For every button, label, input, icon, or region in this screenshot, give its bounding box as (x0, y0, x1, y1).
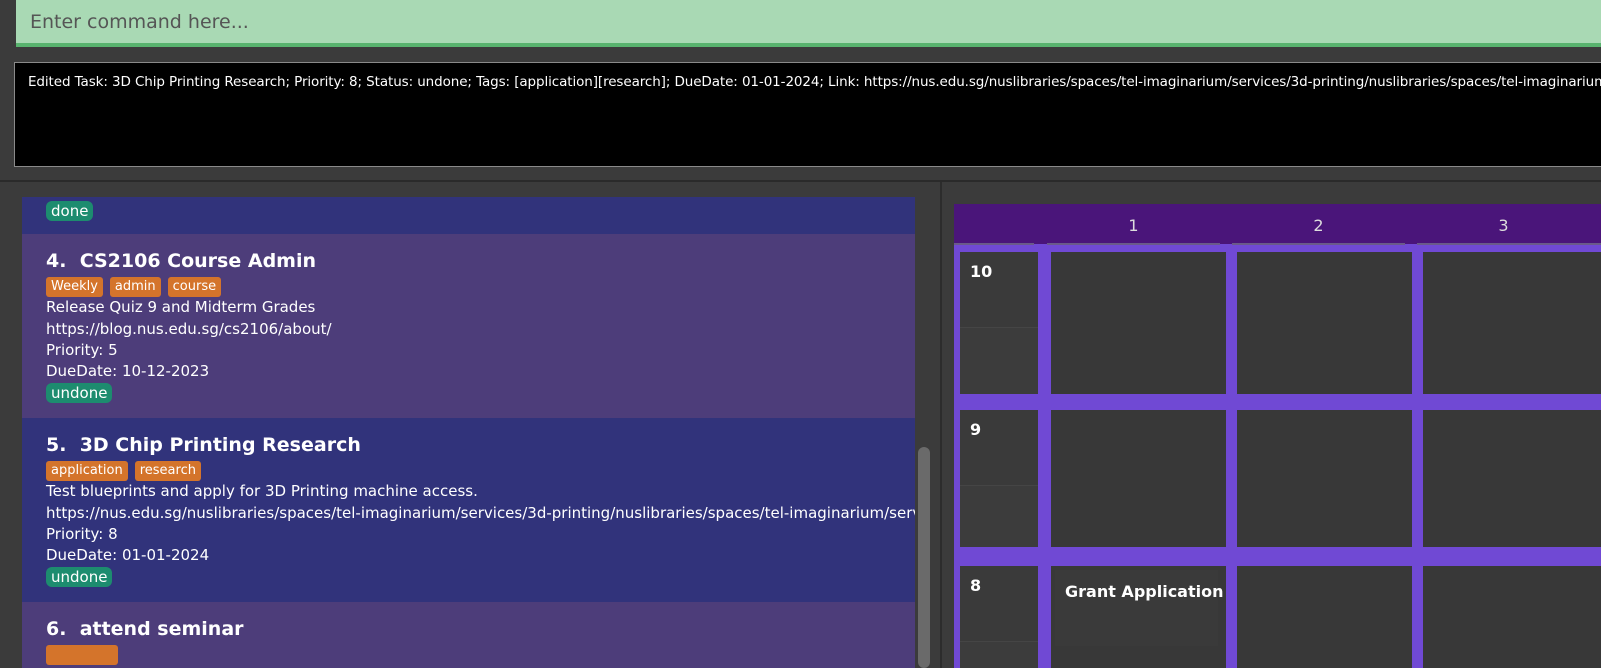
task-card[interactable]: 4. CS2106 Course Admin Weekly admin cour… (22, 234, 915, 418)
task-link: https://blog.nus.edu.sg/cs2106/about/ (46, 320, 332, 338)
calendar-grid[interactable]: 1 2 3 10 9 8 Grant Application (954, 204, 1601, 668)
result-area: Edited Task: 3D Chip Printing Research; … (0, 52, 1601, 216)
header-divider (954, 243, 1034, 245)
event-label: Grant Application (1065, 582, 1224, 601)
calendar-cell[interactable] (1423, 252, 1601, 394)
task-index: 5. (46, 434, 67, 456)
tag-list (46, 645, 118, 665)
command-input[interactable] (16, 0, 1601, 47)
hour-cell: 10 (960, 252, 1038, 394)
calendar-header: 1 2 3 (954, 204, 1601, 245)
status-badge: undone (46, 567, 113, 587)
calendar-cell[interactable]: Grant Application (1051, 566, 1226, 668)
tag: Weekly (46, 277, 103, 297)
task-priority: Priority: 8 (46, 525, 118, 543)
task-index: 6. (46, 618, 67, 640)
task-name: 3D Chip Printing Research (79, 434, 361, 456)
tag-list: Weekly admin course (46, 277, 222, 297)
hour-label: 10 (970, 262, 993, 281)
task-title: 5. 3D Chip Printing Research (46, 434, 361, 456)
day-header: 1 (1128, 216, 1139, 235)
task-title: 6. attend seminar (46, 618, 244, 640)
day-header: 3 (1498, 216, 1509, 235)
task-description: Test blueprints and apply for 3D Printin… (46, 482, 478, 500)
hour-label: 9 (970, 420, 982, 439)
calendar-cell[interactable] (1423, 410, 1601, 547)
calendar-panel: 1 2 3 10 9 8 Grant Application (942, 182, 1601, 668)
result-text: Edited Task: 3D Chip Printing Research; … (28, 74, 1601, 90)
task-link: https://nus.edu.sg/nuslibraries/spaces/t… (46, 504, 915, 522)
task-name: CS2106 Course Admin (79, 250, 317, 272)
tag (46, 645, 118, 665)
calendar-cell[interactable] (1051, 252, 1226, 394)
task-list[interactable]: done 4. CS2106 Course Admin Weekly admin… (22, 197, 915, 668)
command-area (0, 0, 1601, 53)
header-divider (1417, 243, 1601, 245)
task-card[interactable]: 5. 3D Chip Printing Research application… (22, 418, 915, 602)
tag: research (134, 461, 201, 481)
task-title: 4. CS2106 Course Admin (46, 250, 316, 272)
tag-list: application research (46, 461, 201, 481)
calendar-cell[interactable] (1237, 410, 1412, 547)
task-priority: Priority: 5 (46, 341, 118, 359)
calendar-event[interactable]: Grant Application (1055, 570, 1223, 646)
result-display[interactable]: Edited Task: 3D Chip Printing Research; … (14, 62, 1601, 167)
calendar-cell[interactable] (1423, 566, 1601, 668)
calendar-cell[interactable] (1051, 410, 1226, 547)
tag: application (46, 461, 128, 481)
task-list-scrollbar[interactable] (918, 447, 930, 668)
task-card[interactable]: 6. attend seminar (22, 602, 915, 668)
task-due-date: DueDate: 10-12-2023 (46, 362, 210, 380)
tag: admin (109, 277, 161, 297)
header-divider (1232, 243, 1405, 245)
tag: course (167, 277, 222, 297)
hour-cell: 8 (960, 566, 1038, 668)
calendar-cell[interactable] (1237, 252, 1412, 394)
hour-cell: 9 (960, 410, 1038, 547)
status-badge: undone (46, 383, 113, 403)
hour-label: 8 (970, 576, 982, 595)
task-index: 4. (46, 250, 67, 272)
calendar-cell[interactable] (1237, 566, 1412, 668)
task-due-date: DueDate: 01-01-2024 (46, 546, 210, 564)
task-name: attend seminar (79, 618, 244, 640)
task-card[interactable]: done (22, 197, 915, 234)
status-badge: done (46, 201, 94, 221)
task-list-panel: done 4. CS2106 Course Admin Weekly admin… (0, 182, 942, 668)
day-header: 2 (1313, 216, 1324, 235)
task-description: Release Quiz 9 and Midterm Grades (46, 298, 316, 316)
header-divider (1047, 243, 1220, 245)
